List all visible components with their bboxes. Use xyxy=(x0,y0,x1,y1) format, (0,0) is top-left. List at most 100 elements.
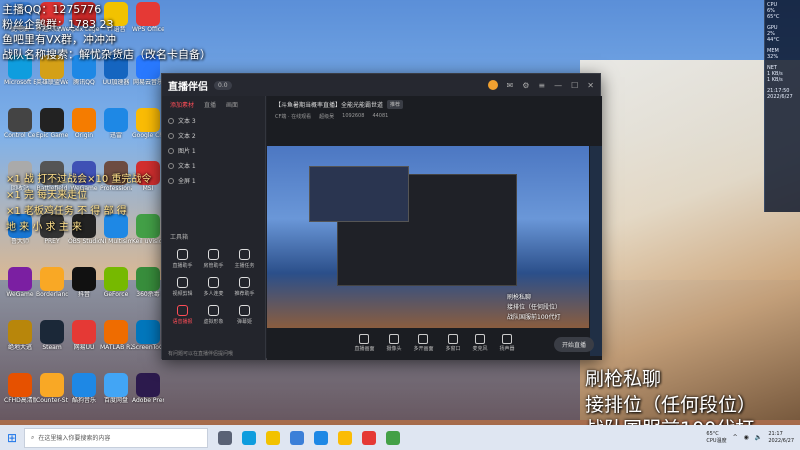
ctrl-scene[interactable]: 直播画面 xyxy=(354,334,374,352)
desktop-icon[interactable]: MATLAB R2016a xyxy=(100,320,132,351)
tool-multi-mic[interactable]: 多人连麦 xyxy=(199,277,228,297)
source-item[interactable]: 文本 2 xyxy=(162,128,265,143)
tool-tasks[interactable]: 主播任务 xyxy=(230,249,259,269)
source-item[interactable]: 文本 1 xyxy=(162,158,265,173)
room-title-text[interactable]: 【斗鱼暑期当概率直播】全能光能霸世道 xyxy=(275,100,383,109)
desktop-icon[interactable]: 迅雷 xyxy=(100,108,132,139)
microphone-icon xyxy=(475,334,486,344)
visibility-icon[interactable] xyxy=(168,162,174,169)
store-icon[interactable] xyxy=(290,430,304,445)
desktop-icon[interactable]: Control Center 3.0 xyxy=(4,108,36,139)
visibility-icon[interactable] xyxy=(168,117,174,124)
volume-icon[interactable]: 🔈 xyxy=(755,434,762,441)
desktop-icon[interactable]: WPS Office xyxy=(132,2,164,33)
app-icon xyxy=(72,267,96,291)
taskbar-clock[interactable]: 21:17 2022/6/27 xyxy=(768,431,794,445)
desktop-icon[interactable]: ScreenToGif xyxy=(132,320,164,351)
overlay-mid-4: 地 来 小 求 主 来 xyxy=(6,222,82,233)
live-companion-window: 直播伴侣 0.0 ✉ ⚙ ≡ — ☐ ✕ 添加素材 直播 画面 文本 3 文本 … xyxy=(161,73,602,360)
tool-danmaku[interactable]: 弹幕姬 xyxy=(230,305,259,325)
task-view-icon[interactable] xyxy=(218,430,232,445)
desktop-icon[interactable]: Google Chrome xyxy=(132,108,164,139)
search-input[interactable]: 在这里输入你要搜索的内容 xyxy=(38,433,110,442)
overlay-mid-3: ×1 老板鸡任务 不 得 部 得 xyxy=(6,206,127,217)
tool-video-edit[interactable]: 视频剪辑 xyxy=(168,277,197,297)
toolbox-grid: 直播助手 房管助手 主播任务 视频剪辑 多人连麦 推荐助手 语音播报 虚拟形象 … xyxy=(162,245,265,329)
start-live-button[interactable]: 开始直播 xyxy=(553,337,594,352)
desktop-icon-label: Borderlands 3 xyxy=(36,291,68,298)
ctrl-camera[interactable]: 摄像头 xyxy=(386,334,401,352)
desktop-icon[interactable]: Origin xyxy=(68,108,100,139)
desktop-icon[interactable]: 绝地大逃 xyxy=(4,320,36,351)
ctrl-mic[interactable]: 麦克风 xyxy=(473,334,488,352)
source-item[interactable]: 图片 1 xyxy=(162,143,265,158)
windows-start-icon[interactable]: ⊞ xyxy=(0,426,24,450)
tool-avatar[interactable]: 虚拟形象 xyxy=(199,305,228,325)
mem-stat: MEM 32% xyxy=(767,48,779,60)
desktop-icon[interactable]: Borderlands 3 xyxy=(36,267,68,298)
chrome-icon[interactable] xyxy=(338,430,352,445)
weather-widget[interactable]: 65°C CPU温度 xyxy=(706,431,726,445)
desktop-icon[interactable]: Steam xyxy=(36,320,68,351)
overlay-team-name: 战队名称搜索：解忧杂货店（改名卡自备） xyxy=(2,48,211,61)
settings-icon[interactable]: ⚙ xyxy=(522,81,529,90)
desktop-icon-label: 鲁大师 xyxy=(10,238,29,245)
desktop-icon[interactable]: 酷狗音乐 xyxy=(68,373,100,404)
desktop-icon[interactable]: 360杀毒 xyxy=(132,267,164,298)
desktop-icon-label: GeForce xyxy=(103,291,129,298)
avatar[interactable] xyxy=(487,80,498,90)
desktop-icon[interactable]: CFHD高清版 xyxy=(4,373,36,404)
tab-scene[interactable]: 画面 xyxy=(226,100,238,109)
stream-preview[interactable]: 刷枪私聊 接排位（任何段位） 战队国服前100代打 xyxy=(267,146,589,328)
room-title: 【斗鱼暑期当概率直播】全能光能霸世道 推荐 xyxy=(267,96,602,113)
tab-add-source[interactable]: 添加素材 xyxy=(170,100,194,109)
message-icon[interactable]: ✉ xyxy=(507,81,514,90)
network-icon[interactable]: ◉ xyxy=(744,434,749,441)
desktop-icon[interactable]: WeGame xyxy=(4,267,36,298)
ctrl-multi-window[interactable]: 多窗口 xyxy=(446,334,461,352)
app-icon xyxy=(8,267,32,291)
category-label[interactable]: CF端 · 在线观看 xyxy=(275,113,311,120)
menu-icon[interactable]: ≡ xyxy=(538,81,545,90)
app-icon xyxy=(40,373,64,397)
desktop-icon[interactable]: Keil uVision5 xyxy=(132,214,164,245)
maximize-icon[interactable]: ☐ xyxy=(571,81,578,90)
desktop-icon[interactable]: 百度网盘 xyxy=(100,373,132,404)
desktop-icon[interactable]: Epic Games Launcher xyxy=(36,108,68,139)
tool-recommend[interactable]: 推荐助手 xyxy=(230,277,259,297)
tool-voice-broadcast[interactable]: 语音播报 xyxy=(168,305,197,325)
visibility-icon[interactable] xyxy=(168,147,174,154)
control-bar: 直播画面 摄像头 多开画面 多窗口 麦克风 扬声器 xyxy=(267,330,602,356)
tool-icon xyxy=(177,305,188,316)
desktop-icon[interactable]: Counter-Strike Global Off xyxy=(36,373,68,404)
overlay-mid-1: ×1 战 打不过战会×10 重完战令 xyxy=(6,174,152,185)
side-footer-tip[interactable]: 有问题可以在直播伴侣提问哦 xyxy=(168,350,233,357)
minimize-icon[interactable]: — xyxy=(554,81,562,90)
app-icon xyxy=(8,108,32,132)
tool-room-manager[interactable]: 房管助手 xyxy=(199,249,228,269)
tray-expand-icon[interactable]: ^ xyxy=(733,434,738,441)
desktop-icon[interactable]: NI Multisim xyxy=(100,214,132,245)
visibility-icon[interactable] xyxy=(168,132,174,139)
qq-icon[interactable] xyxy=(314,430,328,445)
desktop-icon[interactable]: GeForce xyxy=(100,267,132,298)
tab-live[interactable]: 直播 xyxy=(204,100,216,109)
visibility-icon[interactable] xyxy=(168,177,174,184)
close-icon[interactable]: ✕ xyxy=(587,81,594,90)
edge-icon[interactable] xyxy=(242,430,256,445)
desktop-icon-label: 网易云音乐 xyxy=(132,79,163,86)
desktop-icon[interactable]: Adobe Premiere xyxy=(132,373,164,404)
anchor-name: 超级吴 xyxy=(319,114,335,120)
source-item[interactable]: 全屏 1 xyxy=(162,173,265,188)
desktop-icon[interactable]: 网易UU xyxy=(68,320,100,351)
folder-icon[interactable] xyxy=(266,430,280,445)
desktop-icon[interactable]: 抖音 xyxy=(68,267,100,298)
ctrl-speaker[interactable]: 扬声器 xyxy=(500,334,515,352)
source-item[interactable]: 文本 3 xyxy=(162,113,265,128)
ctrl-multi-scene[interactable]: 多开画面 xyxy=(413,334,434,352)
room-info: CF端 · 在线观看 超级吴 1092608 44081 xyxy=(267,113,602,120)
wechat-icon[interactable] xyxy=(386,430,400,445)
live-companion-icon[interactable] xyxy=(362,430,376,445)
taskbar-search[interactable]: ⌕ 在这里输入你要搜索的内容 xyxy=(24,427,208,448)
tool-live-assistant[interactable]: 直播助手 xyxy=(168,249,197,269)
